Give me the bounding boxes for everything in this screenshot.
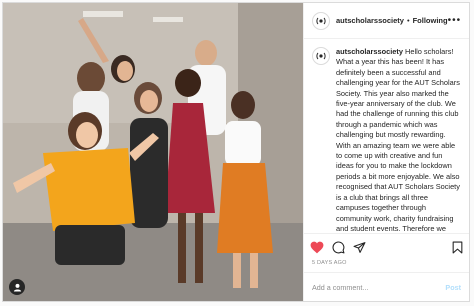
comment-bar: Post (304, 272, 469, 301)
group-photo-image (3, 3, 303, 301)
instagram-post: autscholarssociety • Following ••• autsc… (2, 2, 470, 302)
header-separator: • (406, 16, 410, 25)
profile-avatar[interactable] (312, 11, 330, 30)
caption-text: autscholarssociety Hello scholars! What … (336, 47, 461, 233)
following-button[interactable]: Following (413, 16, 448, 25)
laurel-logo-icon (316, 52, 326, 60)
bookmark-icon[interactable] (452, 241, 463, 254)
header-username[interactable]: autscholarssociety (336, 16, 404, 25)
comment-input[interactable] (312, 282, 446, 292)
post-photo[interactable] (3, 3, 303, 301)
post-comment-button[interactable]: Post (445, 283, 461, 292)
share-icon[interactable] (353, 241, 366, 254)
post-sidebar: autscholarssociety • Following ••• autsc… (303, 3, 469, 301)
post-header: autscholarssociety • Following ••• (304, 3, 469, 39)
laurel-logo-icon (316, 17, 326, 24)
action-bar (304, 233, 469, 260)
caption-username[interactable]: autscholarssociety (336, 47, 403, 56)
heart-icon[interactable] (310, 241, 324, 254)
caption-avatar[interactable] (312, 47, 330, 65)
comment-icon[interactable] (332, 241, 345, 254)
tagged-users-icon[interactable] (9, 279, 25, 295)
caption-section: autscholarssociety Hello scholars! What … (304, 39, 469, 233)
caption-body: Hello scholars! What a year this has bee… (336, 47, 460, 233)
post-date: 5 DAYS AGO (312, 260, 347, 266)
more-options-icon[interactable]: ••• (448, 15, 462, 26)
